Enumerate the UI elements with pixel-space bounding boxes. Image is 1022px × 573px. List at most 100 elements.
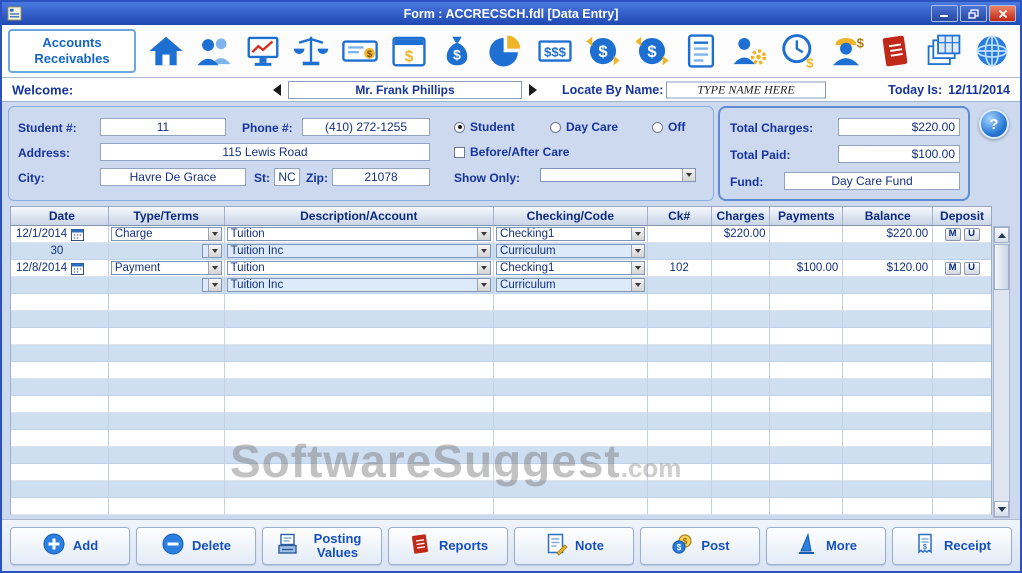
payments-cell[interactable] [770,226,844,243]
home-icon[interactable] [144,30,187,73]
terms-cell[interactable]: 30 [11,243,109,260]
checking-combo[interactable]: Checking1 [496,261,645,275]
radio-day-care[interactable]: Day Care [550,120,618,134]
close-button[interactable] [989,5,1016,22]
dropdown-arrow-icon[interactable] [630,228,644,240]
delete-button[interactable]: Delete [136,526,256,565]
income-account-combo[interactable]: Tuition Inc [226,278,492,292]
more-button[interactable]: More [766,526,886,565]
grid-row-empty[interactable] [11,311,991,328]
student-number-input[interactable] [100,118,226,136]
ck-number-cell[interactable] [647,226,712,243]
dropdown-arrow-icon[interactable] [630,262,644,274]
radio-student[interactable]: Student [454,120,515,134]
payroll-icon[interactable]: $ [825,30,868,73]
balances-scales-icon[interactable] [290,30,333,73]
terms-cell[interactable] [11,277,109,294]
clients-icon[interactable] [193,30,236,73]
show-only-combo[interactable] [540,168,696,182]
scroll-down-button[interactable] [994,501,1009,517]
grid-row-empty[interactable] [11,328,991,345]
grid-row-empty[interactable] [11,481,991,498]
dropdown-arrow-icon[interactable] [477,245,491,257]
dropdown-arrow-icon[interactable] [207,279,221,291]
worksheets-icon[interactable] [922,30,965,73]
balance-cell[interactable]: $120.00 [843,260,934,277]
checking-combo[interactable]: Checking1 [496,227,645,241]
post-button[interactable]: $ $ Post [640,526,760,565]
date-cell[interactable]: 12/8/2014 [11,260,109,277]
grid-row-empty[interactable] [11,447,991,464]
receipt-button[interactable]: $ Receipt [892,526,1012,565]
add-button[interactable]: Add [10,526,130,565]
locate-by-name-input[interactable] [666,81,826,98]
deposit-matched-button[interactable]: M [944,227,961,241]
cash-icon[interactable]: $$$ [533,30,576,73]
radio-off[interactable]: Off [652,120,685,134]
time-billing-icon[interactable]: $ [776,30,819,73]
terms-combo[interactable] [201,244,222,258]
grid-row-empty[interactable] [11,498,991,515]
performance-chart-icon[interactable] [241,30,284,73]
administration-icon[interactable] [728,30,771,73]
ck-number-cell[interactable]: 102 [647,260,712,277]
dropdown-arrow-icon[interactable] [630,245,644,257]
calendar-icon[interactable] [71,262,85,275]
grid-scrollbar[interactable] [993,226,1010,518]
reports-button[interactable]: Reports [388,526,508,565]
grid-row-empty[interactable] [11,362,991,379]
reports-book-icon[interactable] [874,30,917,73]
type-terms-combo[interactable]: Payment [110,261,222,275]
restore-button[interactable] [960,5,987,22]
city-input[interactable] [100,168,246,186]
money-in-icon[interactable]: $ [630,30,673,73]
balance-cell[interactable]: $220.00 [843,226,934,243]
description-combo[interactable]: Tuition [226,261,492,275]
current-record-name[interactable]: Mr. Frank Phillips [288,80,522,99]
dropdown-arrow-icon[interactable] [207,262,221,274]
date-cell[interactable]: 12/1/2014 [11,226,109,243]
description-combo[interactable]: Tuition [226,227,492,241]
grid-row-empty[interactable] [11,413,991,430]
income-account-combo[interactable]: Tuition Inc [226,244,492,258]
note-button[interactable]: Note [514,526,634,565]
dropdown-arrow-icon[interactable] [477,262,491,274]
scroll-up-button[interactable] [994,227,1009,243]
minimize-button[interactable] [931,5,958,22]
dropdown-arrow-icon[interactable] [207,228,221,240]
funds-moneybag-icon[interactable]: $ [436,30,479,73]
phone-input[interactable] [302,118,430,136]
calendar-icon[interactable] [71,228,85,241]
grid-row-empty[interactable] [11,396,991,413]
charges-cell[interactable]: $220.00 [711,226,771,243]
dropdown-arrow-icon[interactable] [207,245,221,257]
code-combo[interactable]: Curriculum [496,244,645,258]
payments-cell[interactable]: $100.00 [770,260,844,277]
grid-row-empty[interactable] [11,430,991,447]
checks-icon[interactable]: $ [339,30,382,73]
money-out-icon[interactable]: $ [582,30,625,73]
deposit-unmatched-button[interactable]: U [963,227,980,241]
scroll-thumb[interactable] [994,244,1009,290]
zip-input[interactable] [332,168,430,186]
dropdown-arrow-icon[interactable] [477,279,491,291]
charges-cell[interactable] [711,260,771,277]
type-terms-combo[interactable]: Charge [110,227,222,241]
previous-record-button[interactable] [270,82,284,98]
dropdown-arrow-icon[interactable] [477,228,491,240]
help-button[interactable]: ? [979,109,1009,139]
terms-combo[interactable] [201,278,222,292]
before-after-care-checkbox[interactable]: Before/After Care [454,145,569,159]
deposit-matched-button[interactable]: M [944,261,961,275]
budget-pie-icon[interactable] [484,30,527,73]
grid-row-empty[interactable] [11,345,991,362]
address-input[interactable] [100,143,430,161]
accounts-receivables-button[interactable]: Accounts Receivables [8,29,136,73]
deposit-unmatched-button[interactable]: U [963,261,980,275]
dropdown-arrow-icon[interactable] [630,279,644,291]
posting-values-button[interactable]: Posting Values [262,526,382,565]
billing-calendar-icon[interactable]: $ [387,30,430,73]
state-input[interactable] [274,168,300,186]
code-combo[interactable]: Curriculum [496,278,645,292]
ledger-icon[interactable] [679,30,722,73]
